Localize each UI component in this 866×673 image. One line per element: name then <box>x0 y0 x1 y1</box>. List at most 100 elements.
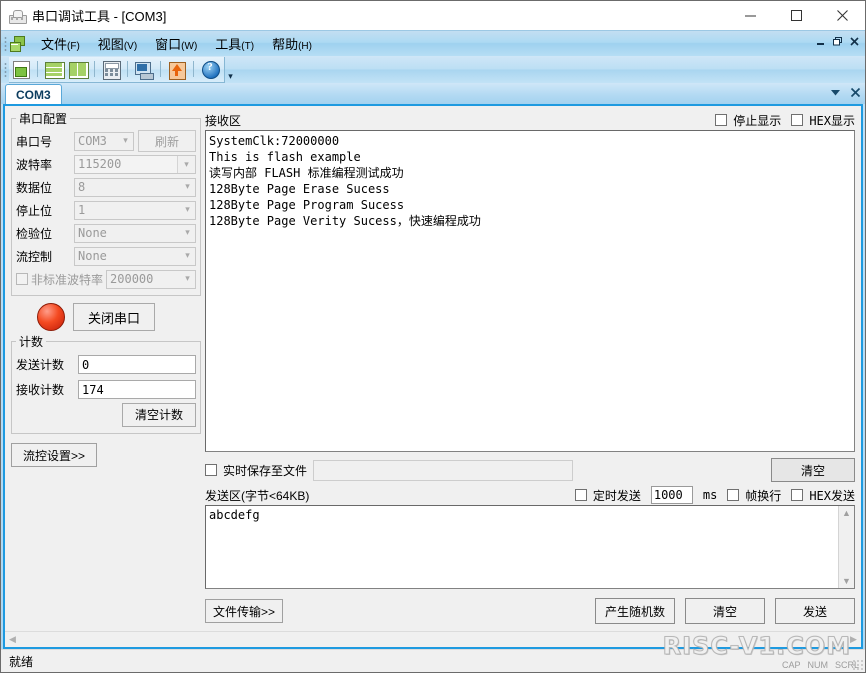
resize-grip[interactable] <box>852 659 864 671</box>
send-textarea[interactable]: abcdefg <box>206 506 838 588</box>
serial-device-icon <box>8 7 27 25</box>
serial-config-group: 串口配置 串口号 COM3 ▾ 刷新 波特率 115200 ▾ 数据位 8 ▾ … <box>11 110 201 296</box>
menu-item-tools-mnemonic: (T) <box>241 41 255 52</box>
clear-counter-button[interactable]: 清空计数 <box>121 402 196 427</box>
send-vertical-scrollbar[interactable]: ▲ ▼ <box>838 506 854 588</box>
databits-combo[interactable]: 8 ▾ <box>74 177 196 197</box>
hex-send-option[interactable]: HEX发送 <box>791 487 855 504</box>
toolbar: ? ▾ <box>1 56 865 83</box>
connection-row: 关闭串口 <box>11 303 201 331</box>
send-title: 发送区(字节<64KB) <box>205 488 310 503</box>
toolbar-separator <box>160 61 161 77</box>
save-file-path-input[interactable] <box>313 459 574 481</box>
send-count-field[interactable]: 0 <box>78 355 196 374</box>
timed-send-option[interactable]: 定时发送 <box>574 487 641 504</box>
toolbar-separator <box>94 61 95 77</box>
menu-item-tools[interactable]: 工具(T) <box>206 31 263 56</box>
tab-list-dropdown-icon[interactable] <box>829 86 841 98</box>
hex-display-checkbox[interactable] <box>791 114 804 126</box>
toolbar-overflow-icon[interactable]: ▾ <box>225 69 236 82</box>
close-button[interactable] <box>819 1 865 30</box>
nonstandard-baud-checkbox[interactable] <box>16 273 28 285</box>
status-indicators: CAP NUM SCRL <box>782 660 859 670</box>
help-icon[interactable]: ? <box>199 59 221 80</box>
receive-line: SystemClk:72000000 <box>209 134 340 148</box>
baudrate-combo[interactable]: 115200 ▾ <box>74 154 196 174</box>
mdi-restore-button[interactable] <box>831 35 844 48</box>
save-to-file-checkbox[interactable] <box>205 464 217 476</box>
menu-item-help[interactable]: 帮助(H) <box>263 31 321 56</box>
computer-icon[interactable] <box>133 59 155 80</box>
send-interval-unit: ms <box>702 488 718 502</box>
mdi-client-area: COM3 串口配置 串口号 COM3 ▾ 刷新 波特率 115200 ▾ 数据位… <box>1 83 865 649</box>
config-label-parity: 检验位 <box>16 226 53 241</box>
receive-textarea[interactable]: SystemClk:72000000 This is flash example… <box>205 130 855 452</box>
horizontal-scrollbar[interactable]: ◀ ▶ <box>5 631 861 647</box>
stopbits-combo[interactable]: 1 ▾ <box>74 200 196 220</box>
config-row-stopbits: 停止位 1 ▾ <box>16 199 196 221</box>
frame-newline-checkbox[interactable] <box>727 489 740 501</box>
random-data-button[interactable]: 产生随机数 <box>595 598 675 624</box>
nonstandard-baud-combo[interactable]: 200000 ▾ <box>106 269 196 289</box>
application-window: 串口调试工具 - [COM3] 文件(F) 视图(V) 窗口(W) 工具(T) … <box>0 0 866 673</box>
tab-close-icon[interactable] <box>849 86 861 98</box>
clear-send-button[interactable]: 清空 <box>685 598 765 624</box>
communication-panel: 接收区 停止显示 HEX显示 SystemClk:72000000 This i… <box>201 106 861 631</box>
status-indicator-cap: CAP <box>781 660 801 670</box>
maximize-button[interactable] <box>773 1 819 30</box>
chevron-down-icon: ▾ <box>185 227 190 237</box>
chevron-down-icon[interactable]: ▾ <box>177 155 195 173</box>
menu-item-window[interactable]: 窗口(W) <box>146 31 206 56</box>
hex-display-option[interactable]: HEX显示 <box>791 112 855 129</box>
tile-horizontal-icon[interactable] <box>43 59 65 80</box>
calculator-icon[interactable] <box>100 59 122 80</box>
scroll-right-icon[interactable]: ▶ <box>846 633 861 646</box>
minimize-button[interactable] <box>727 1 773 30</box>
close-port-button[interactable]: 关闭串口 <box>73 303 156 331</box>
frame-newline-option[interactable]: 帧换行 <box>727 487 781 504</box>
toolbar-buttons: ? ▾ <box>9 56 233 83</box>
chevron-down-icon: ▾ <box>185 204 190 214</box>
scroll-left-icon[interactable]: ◀ <box>5 633 20 646</box>
menu-grip-handle[interactable] <box>4 36 7 51</box>
send-button-row: 文件传输>> 产生随机数 清空 发送 <box>205 595 855 627</box>
clear-receive-button[interactable]: 清空 <box>771 458 855 482</box>
config-row-port: 串口号 COM3 ▾ 刷新 <box>16 130 196 152</box>
menu-bar: 文件(F) 视图(V) 窗口(W) 工具(T) 帮助(H) <box>1 30 865 56</box>
stop-display-checkbox[interactable] <box>715 114 728 126</box>
port-combo[interactable]: COM3 ▾ <box>74 131 134 151</box>
refresh-button[interactable]: 刷新 <box>138 130 196 152</box>
parity-combo[interactable]: None ▾ <box>74 223 196 243</box>
tile-vertical-icon[interactable] <box>67 59 89 80</box>
serial-config-panel: 串口配置 串口号 COM3 ▾ 刷新 波特率 115200 ▾ 数据位 8 ▾ … <box>5 106 201 631</box>
menu-item-file[interactable]: 文件(F) <box>32 31 89 56</box>
flow-settings-button[interactable]: 流控设置>> <box>11 443 97 467</box>
recv-count-value: 174 <box>82 382 104 397</box>
upload-icon[interactable] <box>166 59 188 80</box>
recv-count-field[interactable]: 174 <box>78 380 196 399</box>
mdi-minimize-button[interactable] <box>814 35 827 48</box>
tab-com3[interactable]: COM3 <box>5 84 62 104</box>
counter-row-send: 发送计数 0 <box>16 353 196 376</box>
menu-item-window-mnemonic: (W) <box>181 41 198 52</box>
hex-send-checkbox[interactable] <box>791 489 804 501</box>
send-interval-input[interactable]: 1000 <box>650 486 693 504</box>
timed-send-checkbox[interactable] <box>574 489 587 501</box>
new-window-icon[interactable] <box>10 59 32 80</box>
scroll-down-icon[interactable]: ▼ <box>842 576 851 586</box>
menu-item-view[interactable]: 视图(V) <box>89 31 146 56</box>
menu-item-help-label: 帮助 <box>272 37 299 52</box>
toolbar-grip-handle[interactable] <box>4 62 7 77</box>
counter-row-clear: 清空计数 <box>16 402 196 427</box>
frame-newline-label: 帧换行 <box>745 488 782 503</box>
scroll-up-icon[interactable]: ▲ <box>842 508 851 518</box>
menu-item-help-mnemonic: (H) <box>298 41 312 52</box>
toolbar-separator <box>37 61 38 77</box>
flowcontrol-combo[interactable]: None ▾ <box>74 246 196 266</box>
toolbar-separator <box>127 61 128 77</box>
menu-item-view-mnemonic: (V) <box>123 41 138 52</box>
file-transfer-button[interactable]: 文件传输>> <box>205 599 284 623</box>
mdi-close-button[interactable] <box>848 35 861 48</box>
send-button[interactable]: 发送 <box>775 598 855 624</box>
stop-display-option[interactable]: 停止显示 <box>715 112 781 129</box>
